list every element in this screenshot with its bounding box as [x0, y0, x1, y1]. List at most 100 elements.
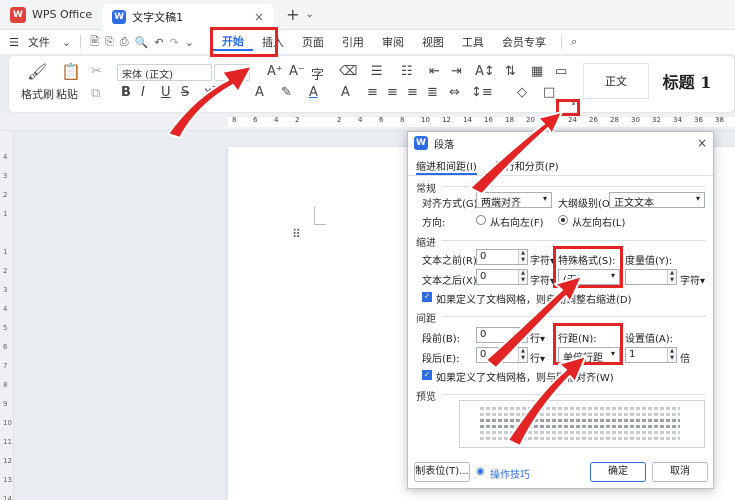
horizontal-ruler[interactable]: 8 6 4 2 2 4 6 8 10 12 14 16 18 20 22 24 26 28 30 32 34 36 38: [0, 113, 735, 131]
ltr-radio[interactable]: [558, 215, 568, 225]
menu-member[interactable]: 会员专享: [493, 34, 555, 50]
shrink-font-icon[interactable]: A⁻: [289, 64, 305, 79]
space-before-input[interactable]: 0 ▲ ▼: [476, 327, 528, 343]
chevron-down-icon[interactable]: ⌄: [306, 9, 314, 20]
clear-format-icon[interactable]: ⌫: [339, 64, 357, 79]
bold-icon[interactable]: B: [121, 85, 131, 100]
tab-line-page-break[interactable]: 换行和分页(P): [495, 158, 559, 175]
tabs-button[interactable]: 制表位(T)...: [414, 462, 470, 482]
search-icon[interactable]: ⌕: [568, 35, 580, 49]
chevron-down-icon[interactable]: ⌄: [182, 36, 197, 49]
border-icon[interactable]: ▦: [531, 64, 543, 79]
spinner-icon[interactable]: ▲ ▼: [518, 348, 527, 362]
redo-icon[interactable]: ↷: [167, 36, 182, 49]
before-text-unit[interactable]: 字符▾: [530, 252, 555, 267]
space-before-unit[interactable]: 行▾: [530, 330, 545, 345]
vertical-ruler[interactable]: 4 3 2 1 1 2 3 4 5 6 7 8 9 10 11 12 13 14: [0, 131, 14, 500]
ok-button[interactable]: 确定: [590, 462, 646, 482]
ltr-label[interactable]: 从左向右(L): [572, 214, 625, 229]
setting-value-input[interactable]: 1 ▲ ▼: [625, 347, 677, 363]
rtl-label[interactable]: 从右向左(F): [490, 214, 544, 229]
bullet-list-icon[interactable]: ☰: [371, 64, 383, 79]
style-heading-label: 标题 1: [662, 73, 712, 92]
tab-wps-office[interactable]: W WPS Office: [0, 0, 102, 30]
tab-indent-spacing[interactable]: 缩进和间距(I): [416, 158, 477, 175]
after-text-input[interactable]: 0 ▲ ▼: [476, 269, 528, 285]
line-spacing-icon[interactable]: ↕≡: [471, 85, 493, 100]
distributed-icon[interactable]: ⇔: [449, 85, 460, 100]
spinner-icon[interactable]: ▲ ▼: [518, 250, 527, 264]
close-tab-icon[interactable]: ×: [254, 10, 264, 24]
align-right-icon[interactable]: ≡: [407, 85, 418, 100]
menu-page[interactable]: 页面: [293, 34, 333, 50]
alignment-select[interactable]: 两端对齐 ▾: [476, 192, 552, 209]
menu-view[interactable]: 视图: [413, 34, 453, 50]
paragraph-border-icon[interactable]: □: [543, 85, 555, 100]
copy-icon[interactable]: ⧉: [91, 86, 100, 101]
decrease-indent-icon[interactable]: ⇤: [429, 64, 440, 79]
italic-icon[interactable]: I: [141, 85, 145, 100]
paragraph-marks-icon[interactable]: ▭: [555, 64, 567, 79]
spinner-icon[interactable]: ▲ ▼: [518, 270, 527, 284]
cancel-button[interactable]: 取消: [652, 462, 708, 482]
strikethrough-icon[interactable]: S̶: [181, 85, 189, 100]
save-icon[interactable]: 🗎: [87, 33, 102, 52]
drag-handle-icon[interactable]: ⠿: [292, 227, 301, 241]
style-normal[interactable]: 正文: [583, 63, 649, 99]
spinner-icon[interactable]: ▲ ▼: [518, 328, 527, 342]
spinner-icon[interactable]: ▲ ▼: [667, 348, 676, 362]
format-painter-label[interactable]: 格式刷: [21, 86, 54, 102]
menu-tools[interactable]: 工具: [453, 34, 493, 50]
spinner-icon[interactable]: ▲ ▼: [667, 270, 676, 284]
font-name-select[interactable]: 宋体 (正文): [117, 64, 212, 81]
print-icon[interactable]: ⎙: [117, 35, 132, 49]
underline-icon[interactable]: U: [161, 85, 171, 100]
print-preview-icon[interactable]: 🔍: [132, 36, 152, 49]
grid-align-label[interactable]: 如果定义了文档网格，则与网格对齐(W): [436, 369, 614, 384]
align-left-icon[interactable]: ≡: [367, 85, 378, 100]
numbered-list-icon[interactable]: ☷: [401, 64, 413, 79]
sort-icon[interactable]: ⇅: [505, 64, 516, 79]
undo-icon[interactable]: ↶: [151, 36, 166, 49]
hamburger-icon[interactable]: ☰: [0, 36, 28, 49]
new-tab-icon[interactable]: +: [286, 5, 299, 24]
grid-indent-label[interactable]: 如果定义了文档网格，则自动调整右缩进(D): [436, 291, 632, 306]
cut-icon[interactable]: ✂: [91, 64, 102, 79]
tips-icon[interactable]: ◉: [476, 466, 485, 477]
grow-font-icon[interactable]: A⁺: [267, 64, 283, 79]
grid-indent-checkbox[interactable]: ✓: [422, 292, 432, 302]
char-shading-icon[interactable]: A: [341, 85, 350, 100]
space-after-input[interactable]: 0 ▲ ▼: [476, 347, 528, 363]
menu-file[interactable]: 文件: [28, 34, 59, 50]
font-size-select[interactable]: ⌄: [214, 64, 250, 81]
tab-document[interactable]: W 文字文稿1 ×: [102, 3, 275, 30]
outline-level-select[interactable]: 正文文本 ▾: [609, 192, 705, 209]
align-center-icon[interactable]: ≡: [387, 85, 398, 100]
chevron-down-icon[interactable]: ⌄: [59, 36, 74, 49]
export-icon[interactable]: ⎘: [102, 35, 117, 49]
grid-align-checkbox[interactable]: ✓: [422, 370, 432, 380]
highlight-icon[interactable]: ✎: [281, 85, 292, 100]
menu-review[interactable]: 审阅: [373, 34, 413, 50]
after-text-unit[interactable]: 字符▾: [530, 272, 555, 287]
text-effect-icon[interactable]: A: [255, 85, 264, 100]
paste-label[interactable]: 粘贴: [56, 86, 78, 102]
phonetic-icon[interactable]: 字: [311, 64, 324, 83]
rtl-radio[interactable]: [476, 215, 486, 225]
superscript-icon[interactable]: x²: [204, 85, 217, 100]
text-direction-icon[interactable]: A↕: [475, 64, 495, 79]
measure-input[interactable]: ▲ ▼: [625, 269, 677, 285]
before-text-input[interactable]: 0 ▲ ▼: [476, 249, 528, 265]
tips-link[interactable]: 操作技巧: [490, 466, 530, 481]
paste-icon[interactable]: 📋: [61, 62, 81, 81]
font-color-icon[interactable]: A: [309, 85, 318, 100]
format-painter-icon[interactable]: 🖌: [27, 62, 47, 81]
style-heading-1[interactable]: 标题 1: [651, 63, 723, 99]
align-justify-icon[interactable]: ≣: [427, 85, 438, 100]
measure-unit[interactable]: 字符▾: [680, 272, 705, 287]
close-icon[interactable]: ×: [697, 136, 707, 150]
increase-indent-icon[interactable]: ⇥: [451, 64, 462, 79]
menu-references[interactable]: 引用: [333, 34, 373, 50]
space-after-unit[interactable]: 行▾: [530, 350, 545, 365]
shading-icon[interactable]: ◇: [517, 85, 527, 100]
